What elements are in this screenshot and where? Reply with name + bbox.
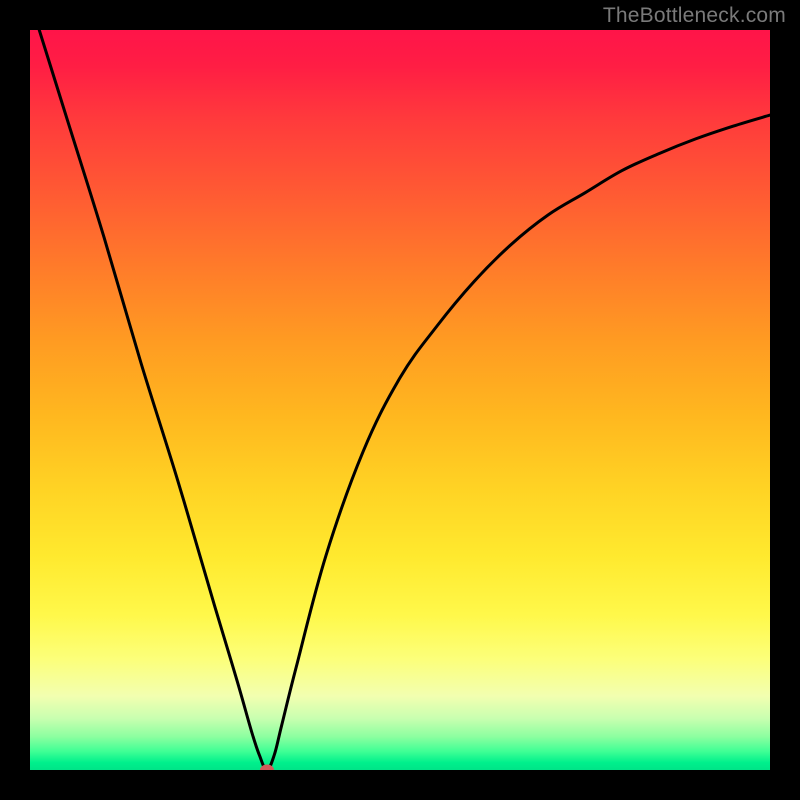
bottleneck-curve-path <box>30 30 770 770</box>
curve-svg <box>30 30 770 770</box>
watermark-text: TheBottleneck.com <box>603 4 786 28</box>
chart-frame: TheBottleneck.com <box>0 0 800 800</box>
plot-area <box>30 30 770 770</box>
minimum-marker <box>260 765 274 771</box>
